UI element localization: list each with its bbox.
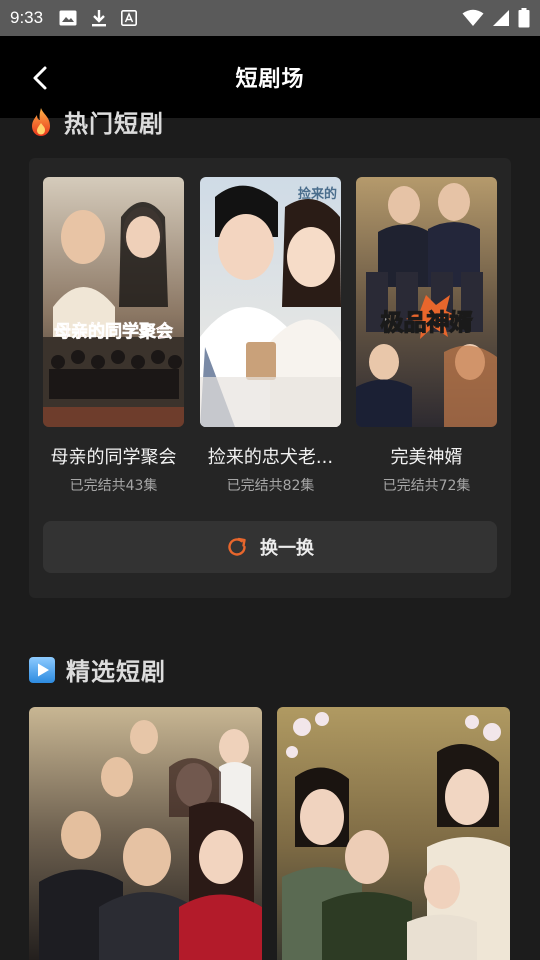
poster-image: [356, 177, 497, 427]
refresh-icon: [228, 537, 246, 556]
poster-image: [200, 177, 341, 427]
play-icon: [29, 656, 55, 683]
drama-episodes: 已完结共82集: [226, 478, 315, 494]
signal-icon: [493, 10, 509, 26]
drama-title: 完美神婿: [390, 447, 463, 468]
poster-image: [29, 707, 262, 960]
hot-section-header: 热门短剧: [28, 104, 164, 139]
drama-title: 母亲的同学聚会: [50, 447, 177, 468]
font-icon: [121, 10, 138, 26]
picks-section-title: 精选短剧: [66, 658, 166, 686]
drama-episodes: 已完结共43集: [69, 478, 158, 494]
drama-title: 捡来的忠犬老...: [207, 447, 334, 468]
drama-cover[interactable]: 母亲的同学聚会: [43, 177, 184, 427]
hot-section-title: 热门短剧: [64, 110, 164, 138]
drama-card[interactable]: 捡来的 捡来的忠犬老... 已完结共82集: [200, 177, 341, 495]
page-title: 短剧场: [235, 67, 305, 92]
status-time: 9:33: [10, 8, 44, 27]
wifi-icon: [462, 9, 484, 26]
picks-section-header: 精选短剧: [28, 652, 166, 687]
download-icon: [92, 10, 107, 27]
poster-title-text: 捡来的: [297, 187, 337, 202]
battery-icon: [518, 8, 530, 28]
poster-image: [277, 707, 510, 960]
notification-icons: [59, 9, 138, 27]
poster-title-text: 母亲的同学聚会: [54, 322, 174, 343]
fire-icon: [32, 107, 50, 136]
drama-card[interactable]: 母亲的同学聚会 母亲的同学聚会 已完结共43集: [43, 177, 184, 495]
image-icon: [59, 10, 77, 26]
featured-drama-card[interactable]: [277, 707, 510, 960]
featured-drama-card[interactable]: [29, 707, 262, 960]
drama-episodes: 已完结共72集: [382, 478, 471, 494]
drama-cover[interactable]: 极品神婿: [356, 177, 497, 427]
poster-image: [43, 177, 184, 427]
refresh-label: 换一换: [260, 538, 314, 559]
refresh-button[interactable]: 换一换: [43, 521, 497, 573]
drama-card[interactable]: 极品神婿 完美神婿 已完结共72集: [356, 177, 497, 495]
hot-dramas-panel: 母亲的同学聚会 母亲的同学聚会 已完结共43集 捡来的 捡来的忠犬老... 已完: [29, 158, 511, 598]
system-icons: [462, 8, 530, 28]
chevron-left-icon[interactable]: [26, 64, 54, 92]
drama-cover[interactable]: 捡来的: [200, 177, 341, 427]
status-bar: 9:33: [0, 0, 540, 36]
poster-title-text: 极品神婿: [380, 309, 473, 336]
